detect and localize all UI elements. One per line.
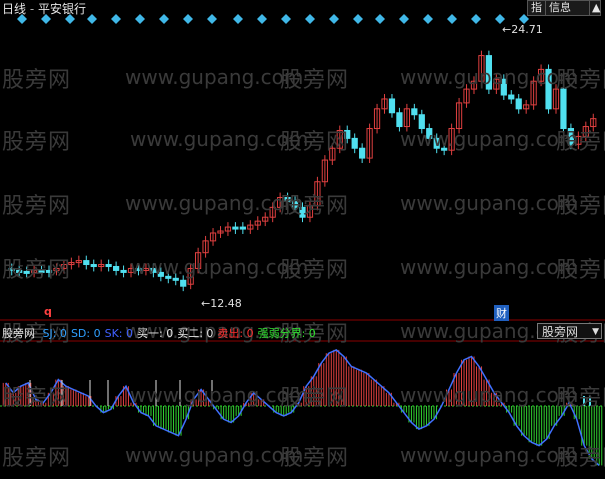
stock-name: 平安银行 [38, 2, 87, 16]
watermark-text: www.gupang.com [125, 65, 304, 89]
event-diamond-icon [135, 14, 145, 24]
watermark-text: 股旁网 [280, 446, 350, 471]
event-diamond-icon [471, 14, 481, 24]
candle-body [120, 269, 127, 273]
watermark-text: 股旁网 [2, 386, 72, 411]
event-diamond-icon [281, 14, 291, 24]
candle-body [515, 98, 522, 110]
watermark-text: www.gupang.com [400, 383, 579, 407]
indicator-item-0: SJ: 0 [42, 327, 67, 340]
event-diamond-icon [447, 14, 457, 24]
watermark-text: www.gupang.com [400, 127, 579, 151]
indicator-item-3: 买一: 0 [137, 327, 174, 340]
q-marker: q [44, 305, 52, 318]
watermark-text: 股旁网 [280, 68, 350, 93]
watermark-text: 股旁网 [280, 258, 350, 283]
candle-body [396, 112, 403, 128]
indicator-dropdown-value: 股旁网 [542, 325, 579, 339]
watermark-text: 股旁网 [556, 130, 605, 155]
candle-body [112, 265, 120, 271]
scroll-up-button[interactable]: ▲ [589, 0, 601, 16]
price-high-label: ←24.71 [502, 23, 543, 36]
event-diamond-icon [111, 14, 121, 24]
candle-body [508, 94, 515, 100]
watermark-text: 股旁网 [2, 68, 72, 93]
watermark-text: 股旁网 [556, 446, 605, 471]
watermark-text: www.gupang.com [125, 191, 304, 215]
indicator-dropdown[interactable]: 股旁网 ▼ [537, 323, 602, 339]
event-diamond-icon [207, 14, 217, 24]
watermark-text: www.gupang.com [400, 191, 579, 215]
event-diamond-icon [353, 14, 363, 24]
watermark-text: 股旁网 [556, 68, 605, 93]
event-diamond-icon [329, 14, 339, 24]
indicator-item-6: 强弱分界: 0 [257, 327, 316, 340]
watermark-text: 股旁网 [280, 130, 350, 155]
watermark-text: 股旁网 [556, 386, 605, 411]
watermark-text: www.gupang.com [400, 65, 579, 89]
candle-body [388, 98, 396, 114]
indicator-item-5: 卖出: 0 [217, 327, 254, 340]
watermark-text: www.gupang.com [400, 255, 579, 279]
price-low-label: ←12.48 [201, 297, 242, 310]
indicator-name: 股旁网 [2, 327, 35, 340]
candle-body [232, 226, 239, 230]
event-diamond-icon [399, 14, 409, 24]
candle-body [90, 264, 97, 268]
indicator-legend: 股旁网 SJ: 0 SD: 0 SK: 0 买一: 0 买二: 0 卖出: 0 强弱分界: … [2, 325, 316, 341]
watermark-text: 股旁网 [556, 194, 605, 219]
event-diamond-icon [423, 14, 433, 24]
event-diamond-icon [233, 14, 243, 24]
watermark-text: 股旁网 [280, 386, 350, 411]
watermark-text: www.gupang.com [125, 443, 304, 467]
chart-stage: 股旁网www.gupang.com股旁网www.gupang.com股旁网股旁网… [0, 0, 605, 479]
event-diamond-icon [305, 14, 315, 24]
financial-report-marker[interactable]: 财 [494, 305, 509, 321]
period-label: 日线 [2, 2, 27, 16]
chevron-down-icon: ▼ [592, 327, 599, 337]
candle-body [560, 88, 567, 130]
watermark-text: 股旁网 [280, 194, 350, 219]
indicator-item-1: SD: 0 [70, 327, 101, 340]
watermark-text: 股旁网 [556, 258, 605, 283]
indicator-item-2: SK: 0 [104, 327, 133, 340]
event-diamond-icon [87, 14, 97, 24]
watermark-text: 股旁网 [2, 194, 72, 219]
event-diamond-icon [159, 14, 169, 24]
event-diamond-icon [375, 14, 385, 24]
candle-body [180, 279, 187, 287]
info-button[interactable]: 信息 [545, 0, 593, 16]
event-diamond-icon [257, 14, 267, 24]
chart-title: 日线 - 平安银行 [2, 2, 87, 16]
watermark-text: 股旁网 [2, 446, 72, 471]
watermark-text: 股旁网 [2, 130, 72, 155]
candle-body [83, 260, 90, 266]
candle-body [359, 147, 366, 159]
candle-body [411, 108, 418, 116]
indicator-button[interactable]: 指 [527, 0, 546, 16]
event-diamond-icon [183, 14, 193, 24]
indicator-item-4: 买二: 0 [177, 327, 214, 340]
candle-body [239, 226, 246, 230]
watermark-text: 股旁网 [2, 258, 72, 283]
candle-body [105, 264, 112, 268]
watermark-text: www.gupang.com [400, 443, 579, 467]
candle-body [351, 137, 358, 149]
